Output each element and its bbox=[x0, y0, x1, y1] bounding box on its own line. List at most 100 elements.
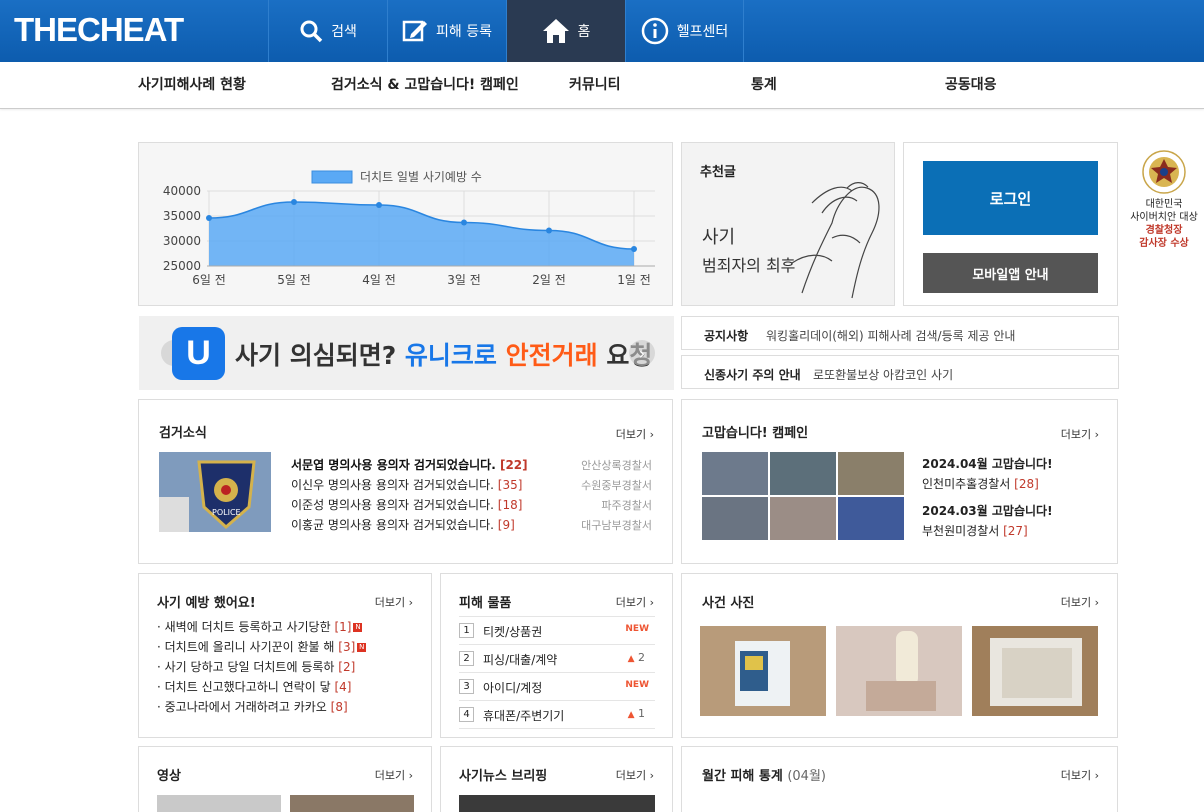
new-fraud-notice-row[interactable]: 신종사기 주의 안내 로또환불보상 아캄코인 사기 bbox=[681, 355, 1119, 389]
chart-y-tick: 25000 bbox=[163, 259, 201, 273]
prevention-more-link[interactable]: 더보기 › bbox=[375, 594, 413, 610]
prevention-item-count: [2] bbox=[338, 660, 356, 674]
police-emblem-icon bbox=[1142, 150, 1186, 194]
case-photo-2[interactable] bbox=[836, 626, 962, 716]
notice-value[interactable]: 워킹홀리데이(해외) 피해사례 검색/등록 제공 안내 bbox=[766, 327, 1015, 344]
recommend-box[interactable]: 추천글 사기 범죄자의 최후 bbox=[681, 142, 895, 306]
thanks-org-2[interactable]: 부천원미경찰서 [27] bbox=[922, 522, 1028, 539]
prevention-item[interactable]: · 더치트에 올리니 사기꾼이 환불 해 [3] N bbox=[157, 638, 367, 655]
police-badge-image[interactable]: POLICE bbox=[159, 452, 271, 532]
unicro-banner[interactable]: ‹ U 사기 의심되면? 유니크로 안전거래 요청 › bbox=[139, 316, 674, 390]
arrest-row-org: 파주경찰서 bbox=[601, 499, 652, 512]
nav-help[interactable]: 헬프센터 bbox=[625, 0, 744, 62]
chart-data-point bbox=[461, 219, 467, 226]
subnav-statistics[interactable]: 통계 bbox=[751, 62, 777, 109]
arrest-more-link[interactable]: 더보기 › bbox=[616, 426, 654, 442]
thanks-title: 고맙습니다! 캠페인 bbox=[702, 426, 809, 441]
damaged-item-row[interactable]: 3 아이디/계정 NEW bbox=[459, 673, 655, 701]
prevention-item[interactable]: · 더치트 신고했다고하니 연락이 닿 [4] bbox=[157, 678, 351, 695]
chart-data-point bbox=[546, 227, 552, 234]
home-icon bbox=[542, 19, 569, 43]
photos-more-link[interactable]: 더보기 › bbox=[1061, 594, 1099, 610]
thanks-org-1[interactable]: 인천미추홀경찰서 [28] bbox=[922, 475, 1039, 492]
login-box: 로그인 모바일앱 안내 bbox=[903, 142, 1118, 306]
handshake-illustration: 사기 범죄자의 최후 bbox=[702, 182, 880, 299]
items-more-link[interactable]: 더보기 › bbox=[616, 594, 654, 610]
prevention-item-text: · 중고나라에서 거래하려고 카카오 bbox=[157, 700, 327, 714]
news-title: 사기뉴스 브리핑 bbox=[459, 769, 548, 784]
notice-label: 공지사항 bbox=[704, 329, 749, 343]
arrest-row-text: 이준성 명의사용 용의자 검거되었습니다. bbox=[291, 498, 494, 512]
site-logo[interactable]: THECHEAT bbox=[14, 10, 184, 50]
prevention-item-text: · 새벽에 더치트 등록하고 사기당한 bbox=[157, 620, 331, 634]
banner-next-arrow-icon[interactable]: › bbox=[629, 340, 655, 366]
item-name: 휴대폰/주변기기 bbox=[483, 709, 565, 723]
prevention-item[interactable]: · 사기 당하고 당일 더치트에 등록하 [2] bbox=[157, 658, 355, 675]
subnav-joint-response[interactable]: 공동대응 bbox=[945, 62, 997, 109]
police-badge-icon: POLICE bbox=[159, 452, 271, 532]
video-more-link[interactable]: 더보기 › bbox=[375, 767, 413, 783]
video-thumb-1[interactable] bbox=[157, 795, 281, 812]
prevention-item-text: · 사기 당하고 당일 더치트에 등록하 bbox=[157, 660, 335, 674]
nav-home-label: 홈 bbox=[577, 24, 591, 40]
subnav-arrest-campaign[interactable]: 검거소식 & 고맙습니다! 캠페인 bbox=[331, 62, 519, 109]
damaged-item-row[interactable]: 4 휴대폰/주변기기 ▲ 1 bbox=[459, 701, 655, 729]
item-new-tag: NEW bbox=[625, 680, 649, 690]
arrest-row-org: 대구남부경찰서 bbox=[581, 519, 652, 532]
prevention-item[interactable]: · 중고나라에서 거래하려고 카카오 [8] bbox=[157, 698, 348, 715]
nav-home[interactable]: 홈 bbox=[506, 0, 625, 62]
prevention-item[interactable]: · 새벽에 더치트 등록하고 사기당한 [1] N bbox=[157, 618, 363, 635]
news-thumb[interactable] bbox=[459, 795, 655, 812]
case-photo-1[interactable] bbox=[700, 626, 826, 716]
nav-search-label: 검색 bbox=[331, 24, 357, 40]
info-icon bbox=[641, 17, 668, 45]
prevention-item-count: [8] bbox=[330, 700, 348, 714]
item-rank: 2 bbox=[459, 651, 474, 666]
chart-x-tick: 5일 전 bbox=[277, 273, 311, 287]
thanks-org-2-count: [27] bbox=[1003, 524, 1028, 538]
mobile-app-button[interactable]: 모바일앱 안내 bbox=[923, 253, 1098, 293]
damaged-items-section: 피해 물품 더보기 › 1 티켓/상품권 NEW 2 피싱/대출/계약 ▲ 2 3 아이디/계… bbox=[440, 573, 673, 738]
items-more-label: 더보기 bbox=[615, 596, 647, 609]
new-fraud-value[interactable]: 로또환불보상 아캄코인 사기 bbox=[813, 366, 953, 383]
video-thumb-2[interactable] bbox=[290, 795, 414, 812]
top-nav: 검색 피해 등록 홈 헬프센터 bbox=[268, 0, 744, 62]
new-badge-icon: N bbox=[357, 643, 367, 652]
chart-legend-swatch bbox=[311, 170, 353, 184]
login-button[interactable]: 로그인 bbox=[923, 161, 1098, 235]
nav-report[interactable]: 피해 등록 bbox=[387, 0, 506, 62]
subnav-fraud-cases[interactable]: 사기피해사례 현황 bbox=[138, 62, 246, 109]
nav-search[interactable]: 검색 bbox=[268, 0, 387, 62]
stats-more-link[interactable]: 더보기 › bbox=[1061, 767, 1099, 783]
arrest-row[interactable]: 이홍균 명의사용 용의자 검거되었습니다. [9] bbox=[291, 516, 515, 533]
damaged-item-row[interactable]: 1 티켓/상품권 NEW bbox=[459, 617, 655, 645]
item-name: 피싱/대출/계약 bbox=[483, 653, 558, 667]
arrest-news-section: 검거소식 더보기 › POLICE 서문엽 명의사용 용의자 검거되었습니다. … bbox=[138, 399, 673, 564]
chart-x-tick: 6일 전 bbox=[192, 273, 226, 287]
thanks-month-1[interactable]: 2024.04월 고맙습니다! bbox=[922, 455, 1053, 472]
arrest-row[interactable]: 이신우 명의사용 용의자 검거되었습니다. [35] bbox=[291, 476, 522, 493]
thanks-month-2[interactable]: 2024.03월 고맙습니다! bbox=[922, 502, 1053, 519]
arrest-row[interactable]: 서문엽 명의사용 용의자 검거되었습니다. [22] bbox=[291, 456, 528, 473]
case-photo-3[interactable] bbox=[972, 626, 1098, 716]
sub-nav: 사기피해사례 현황 검거소식 & 고맙습니다! 캠페인 커뮤니티 통계 공동대응 bbox=[0, 62, 1204, 109]
arrest-row-org: 안산상록경찰서 bbox=[581, 459, 652, 472]
news-more-link[interactable]: 더보기 › bbox=[616, 767, 654, 783]
notice-row[interactable]: 공지사항 워킹홀리데이(해외) 피해사례 검색/등록 제공 안내 bbox=[681, 316, 1119, 350]
thanks-photo-grid[interactable] bbox=[702, 452, 904, 540]
case-photos-section: 사건 사진 더보기 › bbox=[681, 573, 1118, 738]
prevention-item-count: [4] bbox=[334, 680, 352, 694]
stats-month: (04월) bbox=[787, 769, 826, 784]
arrest-row-text: 이홍균 명의사용 용의자 검거되었습니다. bbox=[291, 518, 494, 532]
thanks-campaign-section: 고맙습니다! 캠페인 더보기 › 2024.04월 고맙습니다! 인천미추홀경찰… bbox=[681, 399, 1118, 564]
arrest-row[interactable]: 이준성 명의사용 용의자 검거되었습니다. [18] bbox=[291, 496, 522, 513]
banner-text-1: 사기 의심되면? bbox=[235, 341, 405, 370]
chart-data-point bbox=[631, 246, 637, 252]
damaged-item-row[interactable]: 2 피싱/대출/계약 ▲ 2 bbox=[459, 645, 655, 673]
banner-text-3: 안전거래 bbox=[505, 341, 598, 370]
thanks-more-link[interactable]: 더보기 › bbox=[1061, 426, 1099, 442]
chart-area bbox=[209, 202, 634, 266]
subnav-community[interactable]: 커뮤니티 bbox=[569, 62, 621, 109]
chart-y-tick: 30000 bbox=[163, 234, 201, 248]
chart-legend-label: 더치트 일별 사기예방 수 bbox=[360, 170, 482, 184]
